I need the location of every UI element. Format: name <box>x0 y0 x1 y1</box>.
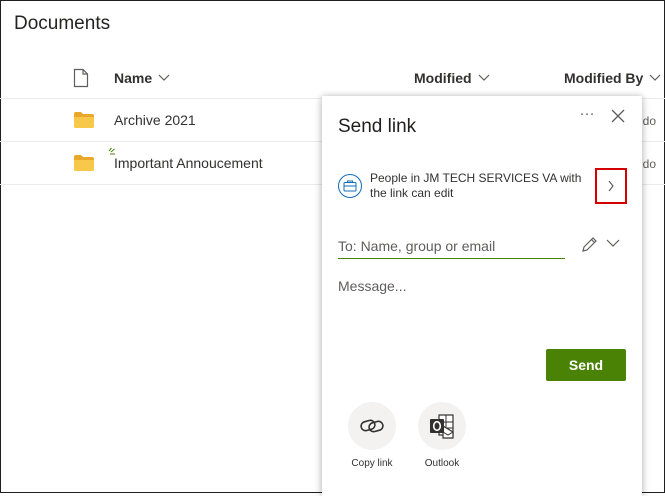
file-type-icon[interactable] <box>73 68 89 88</box>
column-header-name[interactable]: Name <box>114 70 170 86</box>
recipients-input[interactable] <box>338 234 565 259</box>
chevron-down-icon <box>649 74 661 81</box>
column-header-modified-by[interactable]: Modified By <box>564 70 661 86</box>
outlook-icon <box>430 414 454 439</box>
permission-description[interactable]: People in JM TECH SERVICES VA with the l… <box>370 171 595 201</box>
outlook-button[interactable] <box>418 402 466 450</box>
pencil-icon <box>582 237 597 252</box>
page-title: Documents <box>14 13 111 34</box>
close-icon[interactable] <box>608 106 628 126</box>
chevron-down-icon <box>158 74 170 81</box>
list-header: Name Modified Modified By <box>0 60 665 99</box>
more-icon: ··· <box>579 105 595 122</box>
column-header-name-label: Name <box>114 70 153 86</box>
outlook-label: Outlook <box>424 458 460 469</box>
column-header-modified-label: Modified <box>414 70 472 86</box>
permission-dropdown-button[interactable] <box>580 234 620 254</box>
outlook-option[interactable]: Outlook <box>412 402 472 469</box>
briefcase-icon <box>338 174 362 198</box>
message-field[interactable] <box>338 278 624 338</box>
chevron-down-icon <box>606 239 620 247</box>
panel-title: Send link <box>338 116 417 137</box>
chevron-right-icon <box>608 180 614 192</box>
column-header-modified-by-label: Modified By <box>564 70 644 86</box>
column-header-modified[interactable]: Modified <box>414 70 490 86</box>
copy-link-option[interactable]: Copy link <box>342 402 402 469</box>
row-modified-by: ido <box>640 157 657 171</box>
copy-link-button[interactable] <box>348 402 396 450</box>
send-link-panel: Send link ··· People in JM TECH SERVICES… <box>322 96 642 496</box>
send-button[interactable]: Send <box>546 349 626 381</box>
row-name-link[interactable]: Archive 2021 <box>114 112 196 128</box>
copy-link-label: Copy link <box>351 458 393 469</box>
new-item-icon <box>108 147 115 155</box>
folder-icon <box>74 112 94 128</box>
folder-icon <box>74 155 94 171</box>
more-options-button[interactable]: ··· <box>576 105 598 127</box>
row-name-link[interactable]: Important Annoucement <box>114 155 263 171</box>
link-settings-button[interactable] <box>595 168 627 204</box>
row-modified-by: ido <box>640 114 657 128</box>
link-icon <box>360 419 384 433</box>
chevron-down-icon <box>478 74 489 81</box>
